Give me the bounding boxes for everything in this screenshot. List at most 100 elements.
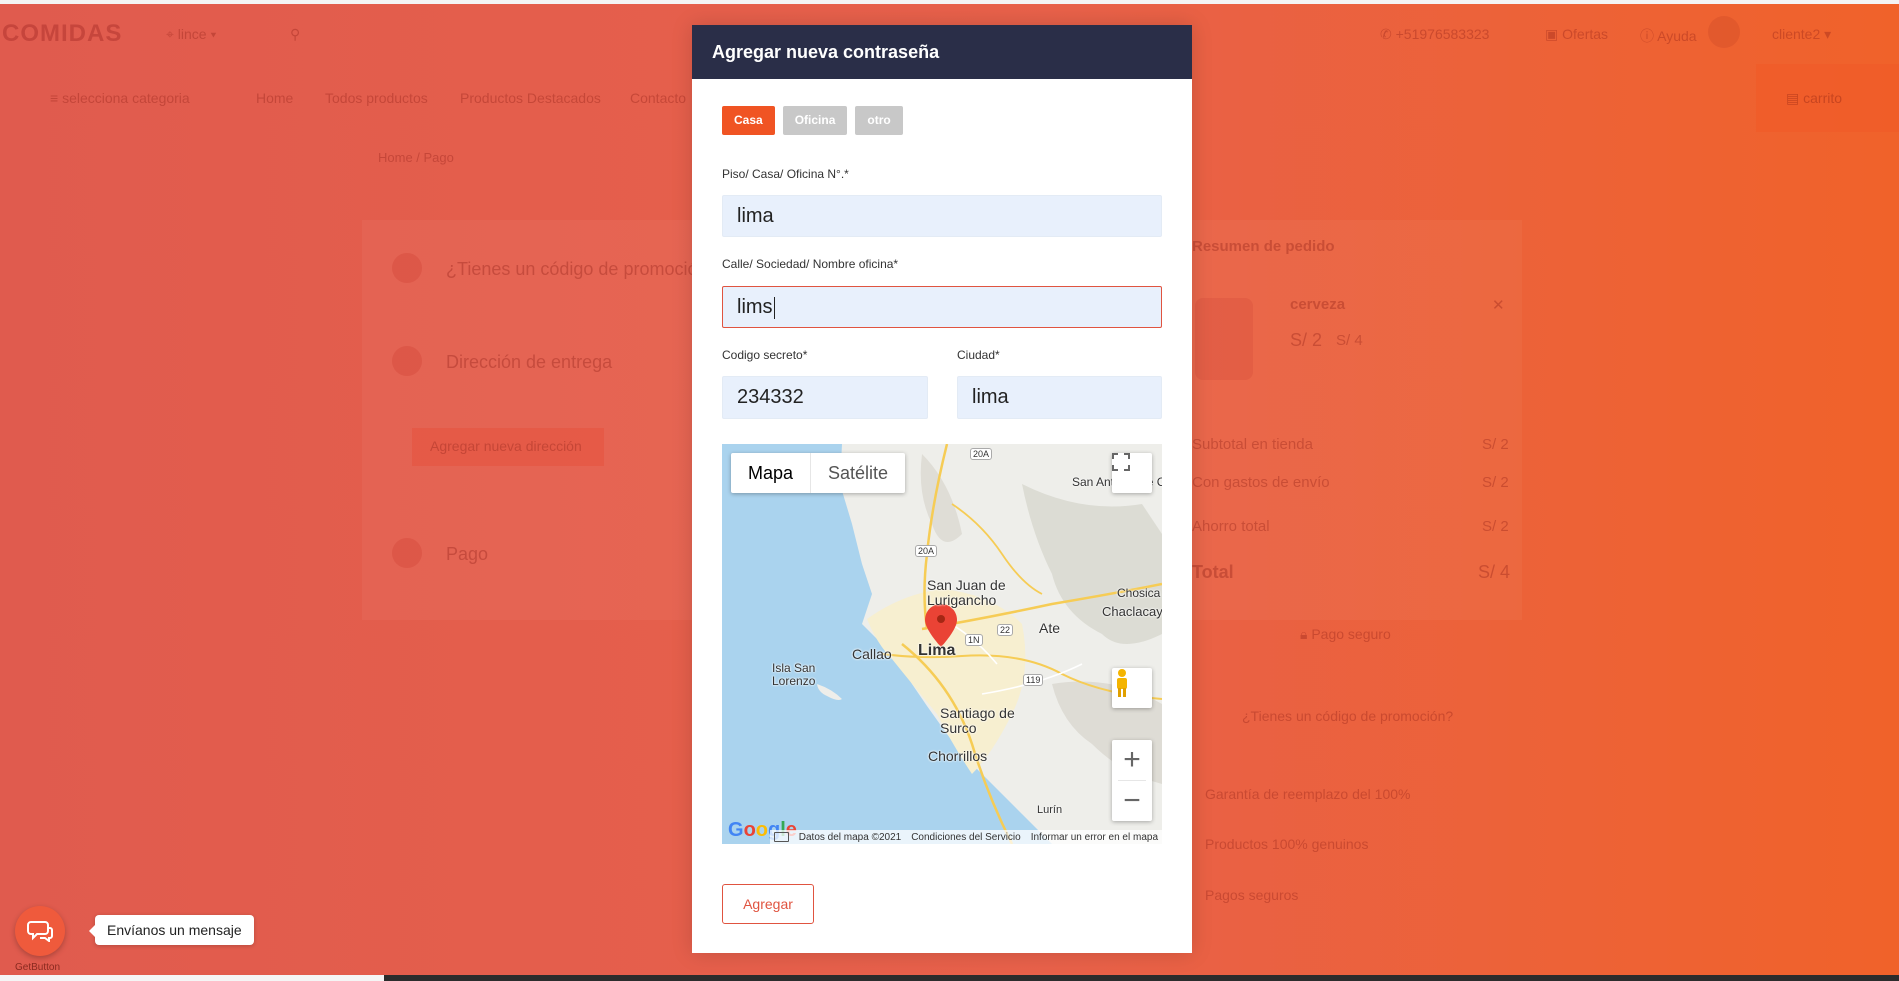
keyboard-icon[interactable]	[774, 832, 789, 842]
map-label-ate: Ate	[1039, 620, 1061, 636]
route-shield: 20A	[970, 448, 993, 460]
notification-avatar	[1708, 16, 1740, 48]
route-shield: 20A	[915, 545, 938, 557]
feature-item: Garantía de reemplazo del 100%	[1205, 786, 1411, 802]
cart-button: ▤ carrito	[1756, 64, 1899, 132]
location-selector: ⌖ lince ▾	[166, 26, 217, 42]
lock-icon: 🔒︎	[1300, 626, 1312, 642]
summary-row-label: Ahorro total	[1192, 518, 1270, 535]
report-error-link[interactable]: Informar un error en el mapa	[1031, 832, 1158, 843]
summary-row-value: S/ 2	[1482, 474, 1509, 491]
add-address-modal: Agregar nueva contraseña Casa Oficina ot…	[692, 25, 1192, 953]
fullscreen-icon	[1112, 453, 1130, 471]
pegman-icon	[1117, 669, 1127, 697]
summary-promo-link: ¿Tienes un código de promoción?	[1242, 708, 1454, 724]
map-type-satellite-button[interactable]: Satélite	[810, 453, 905, 493]
map-label-callao: Callao	[852, 646, 892, 662]
step-payment: Pago	[446, 544, 489, 564]
offers-icon: ▣	[1545, 26, 1563, 42]
phone-link: ✆ +51976583323	[1380, 26, 1490, 42]
search-icon: ⚲	[290, 26, 301, 42]
add-address-button: Agregar nueva dirección	[412, 428, 604, 466]
secure-payment: 🔒︎ Pago seguro	[1300, 626, 1391, 642]
route-shield: 1N	[965, 634, 983, 646]
modal-title: Agregar nueva contraseña	[692, 25, 1192, 79]
map-label-chorrillos: Chorrillos	[928, 748, 988, 764]
map-label-sjl: San Juan de Lurigancho	[927, 577, 1006, 608]
city-field[interactable]: lima	[957, 376, 1162, 419]
step-promo: ¿Tienes un código de promoción?	[446, 259, 718, 279]
nav-home: Home	[256, 90, 294, 106]
type-otro-button[interactable]: otro	[855, 106, 903, 135]
city-label: Ciudad*	[957, 348, 1000, 362]
phone-icon: ✆	[1380, 26, 1396, 42]
street-field[interactable]: lims	[722, 286, 1162, 328]
feature-item: Productos 100% genuinos	[1205, 836, 1369, 852]
cart-icon: ▤	[1786, 90, 1804, 106]
help-link: ⓘ Ayuda	[1640, 28, 1697, 44]
route-shield: 22	[997, 624, 1014, 636]
fullscreen-button[interactable]	[1112, 453, 1152, 493]
map-label-lurin: Lurín	[1037, 804, 1063, 816]
zoom-control: + −	[1112, 740, 1152, 821]
summary-total-value: S/ 4	[1478, 562, 1511, 582]
text-caret	[773, 296, 775, 319]
map-label-surco: Santiago de Surco	[940, 705, 1015, 736]
step-number	[392, 538, 422, 568]
chat-button[interactable]	[15, 906, 65, 956]
breadcrumb: Home / Pago	[378, 150, 454, 165]
map-label-chaclacayo: Chaclacayo	[1102, 604, 1162, 619]
summary-title: Resumen de pedido	[1192, 238, 1335, 255]
floor-field[interactable]: lima	[722, 195, 1162, 237]
location-map[interactable]: 20A 20A 1N 22 119 San Antonio de Chaclla…	[722, 444, 1162, 844]
hamburger-icon: ≡	[50, 90, 63, 106]
location-pin-icon: ⌖	[166, 26, 178, 42]
category-menu: ≡ selecciona categoria	[50, 90, 190, 106]
product-price: S/ 2	[1290, 330, 1323, 350]
summary-total-label: Total	[1192, 562, 1234, 582]
summary-row-value: S/ 2	[1482, 436, 1509, 453]
summary-row-label: Subtotal en tienda	[1192, 436, 1313, 453]
map-data-credit: Datos del mapa ©2021	[798, 831, 902, 843]
address-type-selector: Casa Oficina otro	[722, 106, 903, 135]
summary-row-value: S/ 2	[1482, 518, 1509, 535]
map-label-isla: Isla San Lorenzo	[772, 661, 816, 688]
step-number	[392, 253, 422, 283]
street-label: Calle/ Sociedad/ Nombre oficina*	[722, 257, 899, 271]
type-casa-button[interactable]: Casa	[722, 106, 775, 135]
map-label-chosica: Chosica	[1117, 586, 1161, 600]
map-type-mapa-button[interactable]: Mapa	[731, 453, 810, 493]
nav-all-products: Todos productos	[325, 90, 428, 106]
nav-contact: Contacto	[630, 90, 687, 106]
add-button[interactable]: Agregar	[722, 884, 814, 924]
help-icon: ⓘ	[1640, 28, 1658, 44]
secret-code-label: Codigo secreto*	[722, 348, 808, 362]
remove-item-icon: ✕	[1492, 297, 1505, 314]
floor-label: Piso/ Casa/ Oficina N°.*	[722, 167, 849, 181]
product-name: cerveza	[1290, 296, 1346, 313]
secret-code-field[interactable]: 234332	[722, 376, 928, 419]
getbutton-brand: GetButton	[15, 962, 61, 973]
route-shield: 119	[1023, 674, 1044, 686]
terms-link[interactable]: Condiciones del Servicio	[911, 832, 1021, 843]
map-label-lima: Lima	[918, 642, 956, 659]
site-logo: COMIDAS	[2, 20, 123, 47]
summary-row-label: Con gastos de envío	[1192, 474, 1330, 491]
chat-message-bubble[interactable]: Envíanos un mensaje	[89, 915, 254, 945]
bottom-bar-highlight	[0, 975, 384, 981]
map-attribution: Datos del mapa ©2021 Condiciones del Ser…	[770, 830, 1162, 844]
map-type-control: Mapa Satélite	[731, 453, 906, 493]
step-number	[392, 346, 422, 376]
type-oficina-button[interactable]: Oficina	[782, 106, 848, 135]
chat-bubbles-icon	[27, 921, 53, 942]
zoom-out-button[interactable]: −	[1112, 781, 1152, 821]
street-view-button[interactable]	[1112, 668, 1152, 708]
offers-link: ▣ Ofertas	[1545, 26, 1609, 42]
product-old-price: S/ 4	[1336, 332, 1363, 349]
step-address: Dirección de entrega	[446, 352, 613, 372]
search-bar: ⚲	[290, 26, 300, 43]
user-menu: cliente2 ▾	[1772, 26, 1832, 42]
nav-featured: Productos Destacados	[460, 90, 601, 106]
product-image	[1195, 298, 1253, 380]
zoom-in-button[interactable]: +	[1112, 740, 1152, 780]
